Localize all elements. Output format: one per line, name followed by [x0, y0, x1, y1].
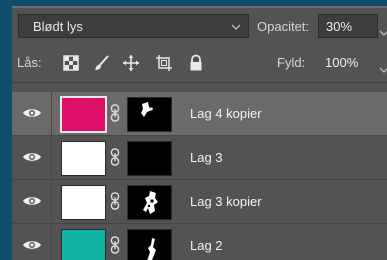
fill-chevron-icon[interactable]	[379, 60, 387, 73]
layers-panel: Blødt lys Opacitet: 30% Lås: Fyld: 100% …	[12, 6, 387, 260]
chain-link-icon[interactable]	[110, 104, 120, 122]
chain-link-icon[interactable]	[110, 192, 120, 210]
opacity-input[interactable]: 30%	[318, 14, 378, 38]
layer-mask-thumbnail[interactable]	[127, 141, 172, 176]
chain-link-icon[interactable]	[110, 148, 120, 166]
blend-mode-dropdown[interactable]: Blødt lys	[18, 14, 249, 38]
lock-row: Lås: Fyld: 100%	[12, 52, 387, 76]
lock-image-pixels-icon[interactable]	[93, 54, 111, 72]
fill-input[interactable]: 100%	[318, 52, 378, 74]
layer-row[interactable]: Lag 4 kopier	[12, 92, 387, 136]
column-separator	[51, 136, 52, 180]
chevron-down-icon	[231, 24, 241, 30]
lock-all-icon[interactable]	[187, 54, 205, 72]
visibility-eye-icon[interactable]	[22, 238, 42, 252]
layer-name: Lag 4 kopier	[190, 106, 262, 121]
panel-divider	[12, 82, 387, 83]
opacity-chevron-icon[interactable]	[379, 23, 387, 36]
lock-position-icon[interactable]	[122, 54, 140, 72]
layer-row[interactable]: Lag 3 kopier	[12, 180, 387, 224]
lock-transparent-pixels-icon[interactable]	[62, 54, 80, 72]
layer-mask-thumbnail[interactable]	[127, 229, 172, 260]
layer-row[interactable]: Lag 3	[12, 136, 387, 180]
fill-value: 100%	[325, 55, 359, 70]
layer-thumbnail[interactable]	[61, 141, 106, 176]
visibility-eye-icon[interactable]	[22, 150, 42, 164]
blend-mode-value: Blødt lys	[33, 19, 83, 34]
layer-name: Lag 2	[190, 238, 223, 253]
column-separator	[51, 92, 52, 136]
chain-link-icon[interactable]	[110, 236, 120, 254]
lock-artboard-icon[interactable]	[155, 54, 173, 72]
visibility-eye-icon[interactable]	[22, 194, 42, 208]
layer-mask-thumbnail[interactable]	[127, 185, 172, 220]
layer-name: Lag 3	[190, 150, 223, 165]
column-separator	[51, 180, 52, 224]
lock-label: Lås:	[17, 55, 42, 70]
layer-row[interactable]: Lag 2	[12, 224, 387, 260]
panel-top-border	[12, 6, 387, 8]
layer-mask-thumbnail[interactable]	[127, 97, 172, 132]
layer-thumbnail[interactable]	[60, 96, 107, 133]
layer-name: Lag 3 kopier	[190, 194, 262, 209]
layer-thumbnail[interactable]	[61, 229, 106, 260]
layer-thumbnail[interactable]	[61, 185, 106, 220]
blend-row: Blødt lys Opacitet: 30%	[12, 14, 387, 40]
column-separator	[51, 224, 52, 260]
visibility-eye-icon[interactable]	[22, 106, 42, 120]
opacity-label: Opacitet:	[257, 19, 310, 34]
fill-label: Fyld:	[277, 55, 306, 70]
opacity-value: 30%	[326, 19, 353, 34]
